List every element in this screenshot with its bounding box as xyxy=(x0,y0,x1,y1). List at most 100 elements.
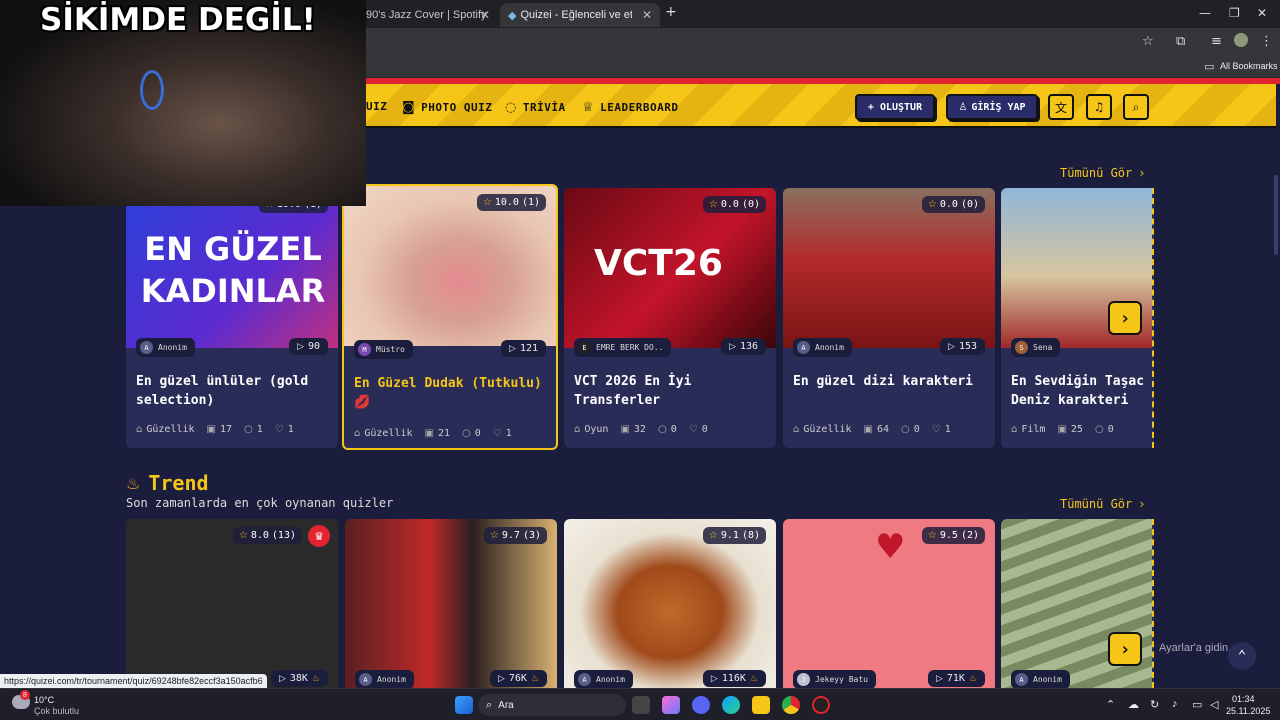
sync-icon[interactable]: ↻ xyxy=(1150,698,1159,711)
quiz-card[interactable]: ☆ 9.1 (8) A Anonim ▷ 116K ♨ xyxy=(564,519,776,688)
quiz-card[interactable]: ☆ 9.7 (3) A Anonim ▷ 76K ♨ xyxy=(345,519,557,688)
rating-value: 9.5 xyxy=(939,530,958,541)
search-icon[interactable]: ⌕ xyxy=(1123,94,1149,120)
mic-icon[interactable]: ♪ xyxy=(1172,698,1178,710)
tab-quizei[interactable]: ◆Quizei - Eğlenceli ve etkileşimli ✕ xyxy=(500,3,660,27)
play-count-value: 121 xyxy=(519,343,538,354)
quiz-title[interactable]: En güzel dizi karakteri xyxy=(793,372,989,391)
avatar: A xyxy=(359,673,372,686)
question-count: 64 xyxy=(876,424,890,435)
avatar: S xyxy=(1015,341,1028,354)
scroll-to-top-button[interactable]: ⌃ xyxy=(1228,642,1256,670)
tab-spotify[interactable]: 90's Jazz Cover | Spotify ✕ xyxy=(358,3,498,27)
login-label: GİRİŞ YAP xyxy=(971,101,1026,113)
author-badge[interactable]: M Müstro xyxy=(354,340,413,359)
rating-badge: ☆ 9.1 (8) xyxy=(702,527,766,544)
quiz-title[interactable]: VCT 2026 En İyi Transferler xyxy=(574,372,770,410)
rating-badge: ☆ 0.0 (0) xyxy=(921,196,985,213)
play-count-value: 76K xyxy=(508,673,527,684)
rating-count: (2) xyxy=(960,530,979,541)
author-badge[interactable]: A Anonim xyxy=(136,338,195,357)
thumbnail-text: VCT26 xyxy=(594,243,723,284)
windows-activation-hint: Ayarlar'a gidin. xyxy=(1159,642,1232,654)
taskbar-search[interactable]: ⌕ Ara xyxy=(478,694,626,716)
tray-chevron-icon[interactable]: ⌃ xyxy=(1106,698,1115,711)
clock-time[interactable]: 01:34 xyxy=(1232,694,1255,704)
comment-count: 1 xyxy=(256,424,263,435)
play-icon: ▷ xyxy=(948,341,955,352)
carousel-next-button[interactable]: › xyxy=(1108,632,1142,666)
question-count: 17 xyxy=(219,424,233,435)
minimize-icon[interactable]: — xyxy=(1199,6,1211,20)
quiz-card[interactable]: ☆ 8.0 (13) ♛ ▷ 38K ♨ xyxy=(126,519,338,688)
all-bookmarks[interactable]: All Bookmarks xyxy=(1220,61,1278,71)
author-badge[interactable]: A Anonim xyxy=(574,670,633,688)
author-badge[interactable]: S Sena xyxy=(1011,338,1061,357)
tab-label: Quizei - Eğlenceli ve etkileşimli xyxy=(520,9,633,21)
see-all-link[interactable]: Tümünü Gör › xyxy=(1060,166,1145,180)
quiz-card[interactable]: S Sena En Sevdiğin Taşac Deniz karakteri … xyxy=(1001,188,1154,448)
nav-quiz[interactable]: UIZ xyxy=(366,100,387,113)
scrollbar-thumb[interactable] xyxy=(1274,175,1278,255)
quiz-card[interactable]: EN GÜZEL KADINLAR ☆10.0(1) AAnonim ▷90 E… xyxy=(126,188,338,448)
nav-leaderboard[interactable]: ♕ LEADERBOARD xyxy=(582,100,679,115)
copilot-icon[interactable] xyxy=(662,696,680,714)
bookmark-star-icon[interactable]: ☆ xyxy=(1142,34,1154,49)
nav-label: UIZ xyxy=(366,100,388,113)
volume-icon[interactable]: ◁ xyxy=(1210,698,1218,711)
category: Güzellik xyxy=(364,428,413,439)
close-tab-icon[interactable]: ✕ xyxy=(480,8,490,22)
author-badge[interactable]: E EMRE BERK DO.. xyxy=(574,338,672,357)
see-all-link[interactable]: Tümünü Gör › xyxy=(1060,497,1145,511)
avatar: J xyxy=(797,673,810,686)
media-icon[interactable]: ≡ xyxy=(1211,34,1222,49)
question-count: 32 xyxy=(633,424,646,435)
author-badge[interactable]: J Jekeyy Batu xyxy=(793,670,876,688)
author-badge[interactable]: A Anonim xyxy=(1011,670,1070,688)
close-window-icon[interactable]: ✕ xyxy=(1257,6,1267,20)
quiz-title[interactable]: En Sevdiğin Taşac Deniz karakteri xyxy=(1011,372,1151,410)
carousel-next-button[interactable]: › xyxy=(1108,301,1142,335)
nav-trivia[interactable]: ◌ TRİVİA xyxy=(505,100,566,115)
avatar: A xyxy=(578,673,591,686)
chrome-icon[interactable] xyxy=(782,696,800,714)
bell-icon[interactable]: ♫ xyxy=(1086,94,1112,120)
windows-start-icon[interactable] xyxy=(455,696,473,714)
like-count: 1 xyxy=(505,428,512,439)
star-icon: ☆ xyxy=(489,530,499,541)
play-count: ▷ 71K ♨ xyxy=(927,670,985,687)
quiz-card[interactable]: VCT26 ☆ 0.0 (0) E EMRE BERK DO.. ▷ 136 VCT 2… xyxy=(564,188,776,448)
quiz-title[interactable]: En güzel ünlüler (gold selection) xyxy=(136,372,332,410)
translate-icon[interactable]: 文 xyxy=(1048,94,1074,120)
nav-photo-quiz[interactable]: ◙ PHOTO QUIZ xyxy=(402,100,492,115)
close-tab-icon[interactable]: ✕ xyxy=(642,8,652,22)
extensions-icon[interactable]: ⧉ xyxy=(1176,34,1185,49)
quiz-card[interactable]: ☆ 0.0 (0) A Anonim ▷ 153 En güzel dizi karak… xyxy=(783,188,995,448)
author-badge[interactable]: A Anonim xyxy=(793,338,852,357)
edge-icon[interactable] xyxy=(722,696,740,714)
author-badge[interactable]: A Anonim xyxy=(355,670,414,688)
quiz-meta: ⌂ Film ▣ 25 ○ 0 xyxy=(1011,424,1144,435)
menu-icon[interactable]: ⋮ xyxy=(1260,34,1273,49)
quiz-card[interactable]: ♥ ☆ 9.5 (2) J Jekeyy Batu ▷ 71K ♨ xyxy=(783,519,995,688)
clock-date[interactable]: 25.11.2025 xyxy=(1226,706,1270,716)
create-label: + OLUŞTUR xyxy=(867,101,923,113)
file-explorer-icon[interactable] xyxy=(752,696,770,714)
quiz-card[interactable]: ☆ 10.0 (1) M Müstro ▷ 121 En Güzel Dudak (Tu… xyxy=(342,184,558,450)
fire-icon: ♨ xyxy=(968,673,977,684)
rating-count: (0) xyxy=(741,199,760,210)
play-count-value: 116K xyxy=(721,673,746,684)
network-icon[interactable]: ▭ xyxy=(1192,698,1202,711)
discord-icon[interactable] xyxy=(692,696,710,714)
create-button[interactable]: + OLUŞTUR xyxy=(855,94,935,120)
login-button[interactable]: ♙ GİRİŞ YAP xyxy=(946,94,1038,120)
quiz-title[interactable]: En Güzel Dudak (Tutkulu)💋 xyxy=(354,374,550,412)
app-icon[interactable] xyxy=(812,696,830,714)
restore-icon[interactable]: ❐ xyxy=(1229,6,1240,20)
task-view-icon[interactable] xyxy=(632,696,650,714)
avatar: A xyxy=(1015,673,1028,686)
quiz-card[interactable]: A Anonim › xyxy=(1001,519,1154,688)
profile-avatar[interactable] xyxy=(1234,33,1248,47)
new-tab-icon[interactable]: + xyxy=(665,4,677,20)
cloud-icon[interactable]: ☁ xyxy=(1128,698,1139,711)
